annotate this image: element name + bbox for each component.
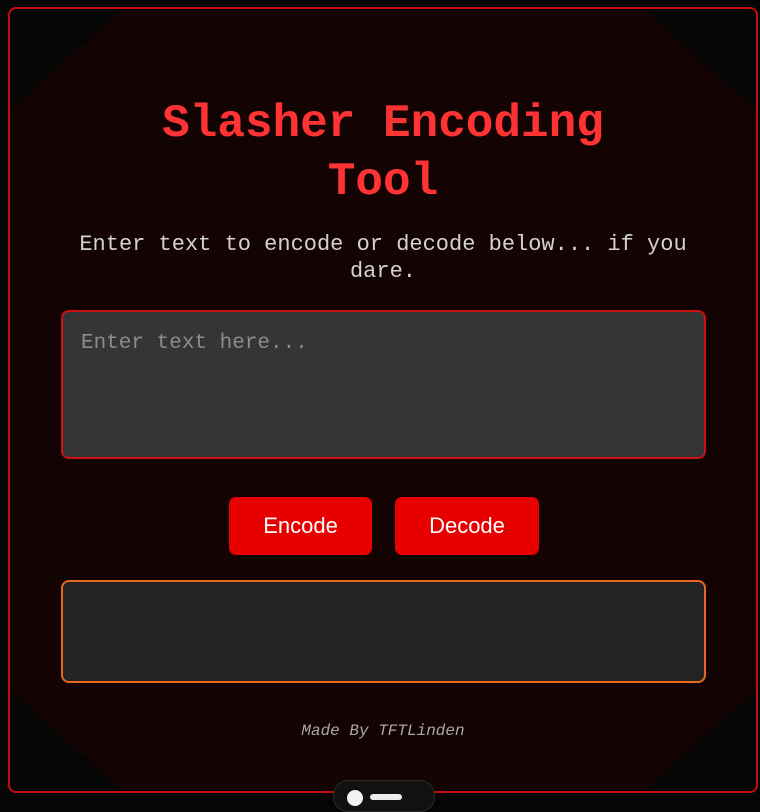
page-title: Slasher Encoding Tool	[10, 95, 756, 211]
output-box	[61, 580, 706, 683]
page-title-line-1: Slasher Encoding	[162, 98, 604, 150]
page-title-line-2: Tool	[327, 156, 439, 208]
text-input[interactable]	[61, 310, 706, 459]
decode-button[interactable]: Decode	[395, 497, 539, 555]
app-frame: Slasher Encoding Tool Enter text to enco…	[8, 7, 758, 793]
credit-text: Made By TFTLinden	[301, 722, 465, 740]
encode-button[interactable]: Encode	[229, 497, 372, 555]
widget-dot-icon	[347, 790, 363, 806]
page-subtitle: Enter text to encode or decode below... …	[79, 232, 687, 284]
floating-widget[interactable]	[333, 780, 435, 812]
